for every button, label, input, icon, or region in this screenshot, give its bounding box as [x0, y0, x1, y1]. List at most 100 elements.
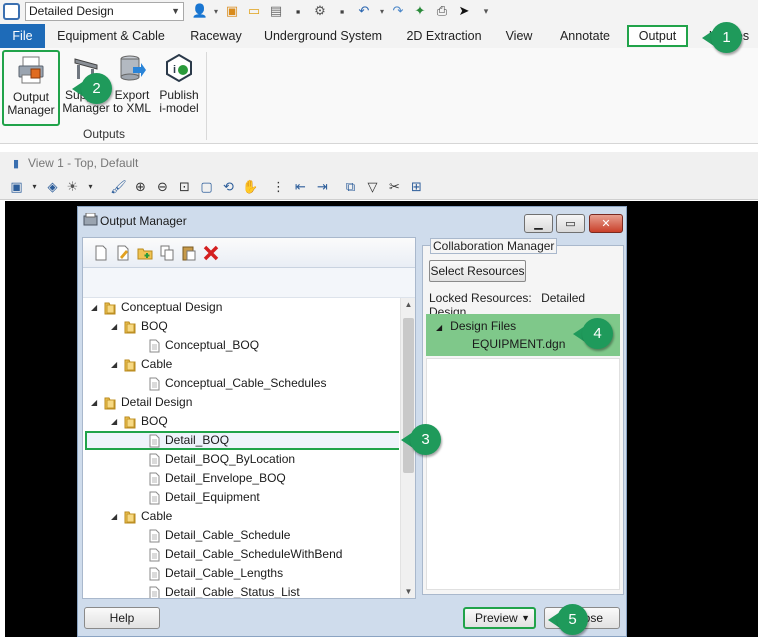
scroll-up-icon[interactable]: ▲ [403, 300, 414, 309]
clip-mask-icon[interactable]: ✂ [386, 178, 403, 195]
tree-output-node[interactable]: Detail_BOQ [131, 431, 229, 450]
window-area-icon[interactable]: ⊡ [176, 178, 193, 195]
preview-button[interactable]: Preview ▼ [463, 607, 536, 629]
tab-output[interactable]: Output [627, 25, 688, 47]
tree-folder-node[interactable]: ◢ BOQ [111, 317, 168, 336]
copy-view-icon[interactable]: ⧉ [342, 178, 359, 195]
tree-folder-node[interactable]: ◢ Conceptual Design [91, 298, 222, 317]
tree-output-node[interactable]: Detail_Cable_ScheduleWithBend [131, 545, 342, 564]
ribbon-panel: Output Manager Support Manager Export to… [0, 48, 758, 144]
user-icon[interactable]: 👤 [192, 3, 208, 19]
design-files-node[interactable]: ◢ Design Files [436, 319, 516, 333]
view-rotate-icon[interactable]: ⊞ [408, 178, 425, 195]
tree-folder-node[interactable]: ◢ BOQ [111, 412, 168, 431]
settings-file-icon[interactable]: ⚙ [312, 3, 328, 19]
save-settings-icon[interactable]: ▪ [334, 3, 350, 19]
expand-triangle-icon[interactable]: ◢ [91, 393, 103, 412]
paste-icon[interactable] [181, 245, 197, 261]
select-resources-button[interactable]: Select Resources [429, 260, 526, 282]
output-manager-line2: Manager [7, 103, 55, 117]
help-button[interactable]: Help [84, 607, 160, 629]
expand-triangle-icon[interactable]: ◢ [91, 298, 103, 317]
tree-output-node[interactable]: Detail_Equipment [131, 488, 260, 507]
tree-folder-node[interactable]: ◢ Cable [111, 355, 172, 374]
expand-triangle-icon[interactable]: ◢ [436, 323, 442, 332]
tree-output-node[interactable]: Detail_Envelope_BOQ [131, 469, 286, 488]
tree-folder-node[interactable]: ◢ Detail Design [91, 393, 192, 412]
tree-output-node[interactable]: Detail_Cable_Lengths [131, 564, 283, 583]
tree-folder-node[interactable]: ◢ Cable [111, 507, 172, 526]
chevron-down-icon[interactable]: ▾ [374, 3, 390, 19]
rotate-view-icon[interactable]: ⟲ [220, 178, 237, 195]
tab-2d-extraction[interactable]: 2D Extraction [396, 24, 492, 48]
ribbon-tabs: File Equipment & Cable Raceway Undergrou… [0, 24, 758, 48]
brush-icon[interactable]: 🖌 [110, 178, 127, 195]
print-icon[interactable]: ⎙ [434, 3, 450, 19]
expand-triangle-icon[interactable]: ◢ [111, 507, 123, 526]
tab-underground-system[interactable]: Underground System [258, 24, 388, 48]
tab-raceway[interactable]: Raceway [178, 24, 254, 48]
expand-triangle-icon[interactable]: ◢ [111, 355, 123, 374]
output-document-icon [149, 586, 160, 598]
edit-document-icon[interactable] [115, 245, 131, 261]
open-briefcase-icon[interactable]: ▣ [224, 3, 240, 19]
copy-icon[interactable] [159, 245, 175, 261]
expand-triangle-icon[interactable]: ◢ [111, 412, 123, 431]
select-cursor-icon[interactable]: ➤ [456, 3, 472, 19]
output-document-icon [149, 472, 160, 485]
maximize-button[interactable]: ▭ [556, 214, 585, 233]
close-window-button[interactable]: ✕ [589, 214, 623, 233]
redo-icon[interactable]: ↷ [390, 3, 406, 19]
ribbon-group-separator [206, 52, 207, 140]
fit-view-icon[interactable]: ▢ [198, 178, 215, 195]
chevron-down-icon[interactable]: ▾ [208, 3, 224, 19]
zoom-in-icon[interactable]: ⊕ [132, 178, 149, 195]
display-style-icon[interactable]: ◈ [44, 178, 61, 195]
chevron-down-icon[interactable]: ▾ [26, 178, 43, 195]
pan-view-icon[interactable]: ✋ [242, 178, 259, 195]
customize-toolbar-icon[interactable]: ▾ [478, 3, 494, 19]
output-document-icon [149, 491, 160, 504]
pin-icon[interactable]: ✦ [412, 3, 428, 19]
tab-file[interactable]: File [0, 24, 45, 48]
publish-imodel-button[interactable]: i Publish i-model [155, 50, 203, 115]
tree-output-node[interactable]: Detail_Cable_Schedule [131, 526, 290, 545]
lighting-icon[interactable]: ☀ [64, 178, 81, 195]
tree-output-node[interactable]: Detail_BOQ_ByLocation [131, 450, 295, 469]
workspace-select[interactable]: Detailed Design ▼ [25, 2, 184, 21]
folder-icon [124, 416, 136, 428]
tree-node-label: Cable [141, 357, 173, 371]
tree-output-node[interactable]: Detail_Cable_Status_List [131, 583, 300, 598]
output-document-icon [149, 453, 160, 466]
walk-icon[interactable]: ⋮ [270, 178, 287, 195]
view-title: View 1 - Top, Default [28, 156, 139, 170]
scroll-down-icon[interactable]: ▼ [403, 587, 414, 596]
undo-icon[interactable]: ↶ [356, 3, 372, 19]
tab-annotate[interactable]: Annotate [550, 24, 620, 48]
new-folder-icon[interactable] [137, 245, 153, 261]
view-toolbar: ▣ ▾ ◈ ☀ ▾ 🖌 ⊕ ⊖ ⊡ ▢ ⟲ ✋ ⋮ ⇤ ⇥ ⧉ ▽ ✂ ⊞ [0, 174, 758, 200]
expand-triangle-icon[interactable]: ◢ [111, 317, 123, 336]
delete-icon[interactable] [203, 245, 219, 261]
clip-volume-icon[interactable]: ▽ [364, 178, 381, 195]
tab-view[interactable]: View [498, 24, 540, 48]
next-view-icon[interactable]: ⇥ [314, 178, 331, 195]
design-file-item[interactable]: EQUIPMENT.dgn [472, 337, 565, 351]
tree-output-node[interactable]: Conceptual_Cable_Schedules [131, 374, 326, 393]
tree-node-label: Detail_BOQ [165, 433, 230, 447]
zoom-out-icon[interactable]: ⊖ [154, 178, 171, 195]
save-icon[interactable]: ▪ [290, 3, 306, 19]
tab-equipment-cable[interactable]: Equipment & Cable [50, 24, 172, 48]
tree-output-node[interactable]: Conceptual_BOQ [131, 336, 259, 355]
chevron-down-icon[interactable]: ▾ [82, 178, 99, 195]
open-folder-icon[interactable]: ▭ [246, 3, 262, 19]
previous-view-icon[interactable]: ⇤ [292, 178, 309, 195]
view-attributes-icon[interactable]: ▣ [8, 178, 25, 195]
output-manager-button[interactable]: Output Manager [2, 50, 60, 126]
new-document-icon[interactable] [93, 245, 109, 261]
minimize-button[interactable]: ▁ [524, 214, 553, 233]
export-xml-button[interactable]: Export to XML [110, 50, 154, 115]
output-manager-dialog-icon [83, 213, 98, 226]
chevron-down-icon[interactable]: ▼ [521, 609, 530, 627]
new-file-icon[interactable]: ▤ [268, 3, 284, 19]
